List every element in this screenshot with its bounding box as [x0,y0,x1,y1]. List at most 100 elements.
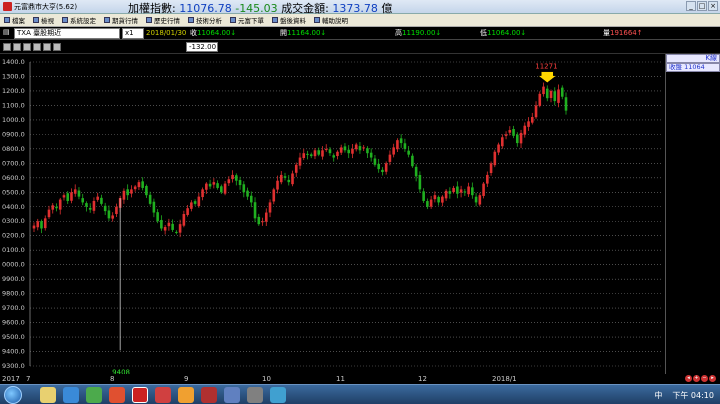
start-button[interactable] [4,386,22,404]
candle-body [437,196,440,203]
y-tick-label: 9600.0 [2,319,25,327]
network-app-icon[interactable] [270,387,286,403]
quote-bar: ▤ TXA 臺股期近 x1 2018/01/30 收11064.00↓ 開111… [0,27,720,40]
candle-body [66,193,70,201]
panel-title[interactable]: K線 [666,54,720,63]
candlestick-chart[interactable]: 1400.0 1300.0 1200.0 1100.0 1000.0 0900.0 0800… [0,54,665,374]
candle-body [369,152,373,158]
candle-body [103,205,107,212]
misc-icon[interactable] [247,387,263,403]
trading-app-icon[interactable] [132,387,148,403]
close-button[interactable]: × [708,1,718,11]
maximize-button[interactable]: □ [697,1,707,11]
toolbar-item-afterhours[interactable]: 盤後資料 [268,15,310,25]
candle-body [354,144,358,150]
quote-open: 開11164.00↓ [280,29,327,37]
candle-body [414,166,418,177]
toolbar-item-view[interactable]: 檢視 [29,15,58,25]
scroll-left-icon[interactable]: ◂ [685,375,692,382]
data-icon [272,17,278,23]
draw-icon[interactable] [13,43,21,51]
y-tick-label: 9900.0 [2,275,25,283]
toolbar-item-order[interactable]: 元富下單 [226,15,268,25]
candle-body [111,215,114,219]
candle-body [227,179,231,184]
candle-body [238,180,242,186]
x-axis: 2017 7 8 9 10 11 12 2018/1 ◂ + − ▸ [0,374,720,384]
quote-date: 2018/01/30 [146,29,187,37]
chrome-icon[interactable] [109,387,125,403]
candle-body [508,130,512,133]
app-icon[interactable] [155,387,171,403]
candle-body [249,195,253,203]
window-icon[interactable] [224,387,240,403]
zoom-in-icon[interactable]: + [693,375,700,382]
candle-body [373,158,377,165]
candle-body [96,196,99,200]
chart-toolbar: -132.00 [0,40,720,54]
candle-body [160,219,163,229]
candle-body [212,182,216,185]
candle-body [482,183,485,196]
settings-icon [62,17,68,23]
file-icon [4,17,10,23]
candle-body [107,210,111,219]
y-tick-label: 9300.0 [2,362,25,370]
toolbar-item-futures[interactable]: 期貨行情 [100,15,142,25]
toolbar-item-help[interactable]: 輔助說明 [310,15,352,25]
y-tick-label: 0700.0 [2,159,25,167]
tool-icon[interactable] [201,387,217,403]
candle-body [257,216,261,225]
y-tick-label: 0600.0 [2,174,25,182]
ime-indicator[interactable]: 中 [654,390,662,401]
chart-icon [188,17,194,23]
minimize-button[interactable]: _ [686,1,696,11]
candle-body [351,148,354,154]
toolbar-item-file[interactable]: 檔案 [0,15,29,25]
x-tick-label: 8 [110,375,115,383]
media-icon[interactable] [86,387,102,403]
ie-icon[interactable] [63,387,79,403]
zoom-icon[interactable] [33,43,41,51]
candle-body [553,91,557,102]
toolbar-item-settings[interactable]: 系統設定 [58,15,100,25]
zoom-out-icon[interactable]: − [701,375,708,382]
candle-body [156,212,159,222]
x-tick-label: 2018/1 [492,375,517,383]
candle-body [478,195,482,205]
line-icon[interactable] [23,43,31,51]
print-icon[interactable] [53,43,61,51]
folder-icon[interactable] [178,387,194,403]
candle-body [133,186,137,190]
y-tick-label: 0800.0 [2,145,25,153]
candle-body [542,86,545,95]
scroll-right-icon[interactable]: ▸ [709,375,716,382]
clock[interactable]: 下午 04:10 [672,390,714,401]
candle-body [216,183,219,188]
candle-body [163,227,167,231]
candle-body [175,231,178,233]
x-tick-label: 11 [336,375,345,383]
quote-close: 收11064.00↓ [190,29,237,37]
candle-body [545,88,549,99]
candle-body [70,192,73,201]
symbol-select[interactable]: TXA 臺股期近 [14,28,120,39]
candle-body [489,163,493,173]
candle-body [85,203,88,207]
candle-body [467,186,470,195]
candle-body [422,191,425,201]
period-select[interactable]: x1 [122,28,144,39]
toolbar-item-technical[interactable]: 技術分析 [184,15,226,25]
candle-body [534,105,538,118]
title-bar: 元富鼎市大亨(5.62) 加權指數: 11076.78 -145.03 成交金額… [0,0,720,15]
candle-body [253,202,257,219]
candle-body [32,225,36,229]
candle-body [148,194,152,204]
candle-body [456,186,459,194]
quote-high: 高11190.00↓ [395,29,442,37]
toolbar-item-history[interactable]: 歷史行情 [142,15,184,25]
y-tick-label: 9800.0 [2,290,25,298]
layout-icon[interactable] [43,43,51,51]
cursor-icon[interactable] [3,43,11,51]
explorer-icon[interactable] [40,387,56,403]
